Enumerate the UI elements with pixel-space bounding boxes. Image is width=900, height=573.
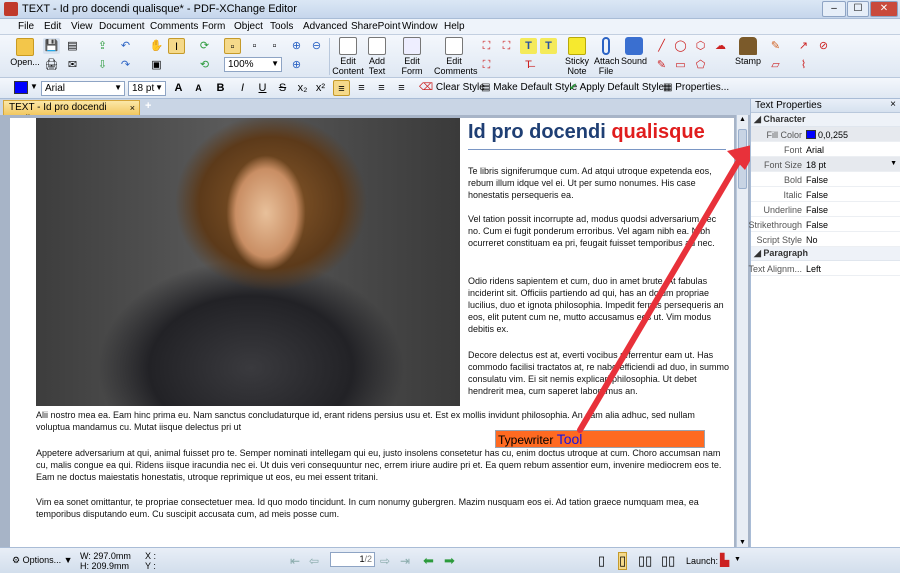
section-character[interactable]: ◢ Character bbox=[751, 113, 900, 127]
prev-page-icon[interactable]: ⇦ bbox=[309, 554, 319, 568]
prop-row-italic[interactable]: Italic False bbox=[751, 187, 900, 202]
panel-header: Text Properties × bbox=[751, 99, 900, 113]
launch-label: Launch: bbox=[686, 556, 719, 566]
prop-row-font[interactable]: Font Arial bbox=[751, 142, 900, 157]
text-properties-panel: Text Properties × ◢ Character Fill Color 0… bbox=[748, 99, 900, 547]
options-icon: ⚙ bbox=[12, 555, 23, 565]
arrow-shaft bbox=[577, 149, 747, 433]
page-number-input[interactable]: 1/2 bbox=[330, 552, 375, 567]
cursor-position-readout: X :Y : bbox=[145, 551, 157, 571]
prop-row-strikethrough[interactable]: Strikethrough False bbox=[748, 217, 900, 232]
first-page-icon[interactable]: ⇤ bbox=[290, 554, 300, 568]
continuous-facing-icon[interactable]: ▯▯ bbox=[661, 553, 675, 569]
chevron-down-icon[interactable]: ▼ bbox=[734, 556, 741, 563]
options-button[interactable]: ⚙ Options... ▼ bbox=[12, 555, 73, 566]
prop-row-script-style[interactable]: Script Style No bbox=[751, 232, 900, 247]
continuous-page-icon[interactable]: ▯ bbox=[618, 552, 628, 570]
back-view-icon[interactable]: ⬅ bbox=[423, 553, 434, 569]
prop-row-bold[interactable]: Bold False bbox=[751, 172, 900, 187]
status-bar: ⚙ Options... ▼ W: 297.0mm H: 209.9mm X :Y… bbox=[0, 547, 900, 573]
close-icon[interactable]: × bbox=[890, 99, 896, 110]
forward-view-icon[interactable]: ➡ bbox=[444, 553, 455, 569]
single-page-icon[interactable]: ▯ bbox=[598, 553, 605, 569]
prop-row-underline[interactable]: Underline False bbox=[751, 202, 900, 217]
last-page-icon[interactable]: ⇥ bbox=[400, 554, 410, 568]
next-page-icon[interactable]: ⇨ bbox=[380, 554, 390, 568]
section-paragraph[interactable]: ◢ Paragraph bbox=[751, 247, 900, 261]
page-size-readout: W: 297.0mm H: 209.9mm bbox=[80, 551, 131, 571]
pdf-launch-icon[interactable]: ▙ bbox=[720, 553, 729, 567]
prop-row-fill-color[interactable]: Fill Color 0,0,255 bbox=[751, 127, 900, 142]
prop-row-text-alignment[interactable]: Text Alignm... Left bbox=[748, 261, 900, 276]
color-swatch bbox=[806, 130, 816, 139]
chevron-down-icon[interactable]: ▼ bbox=[890, 160, 897, 167]
prop-row-font-size[interactable]: Font Size 18 pt ▼ bbox=[751, 157, 900, 172]
facing-pages-icon[interactable]: ▯▯ bbox=[638, 553, 652, 569]
